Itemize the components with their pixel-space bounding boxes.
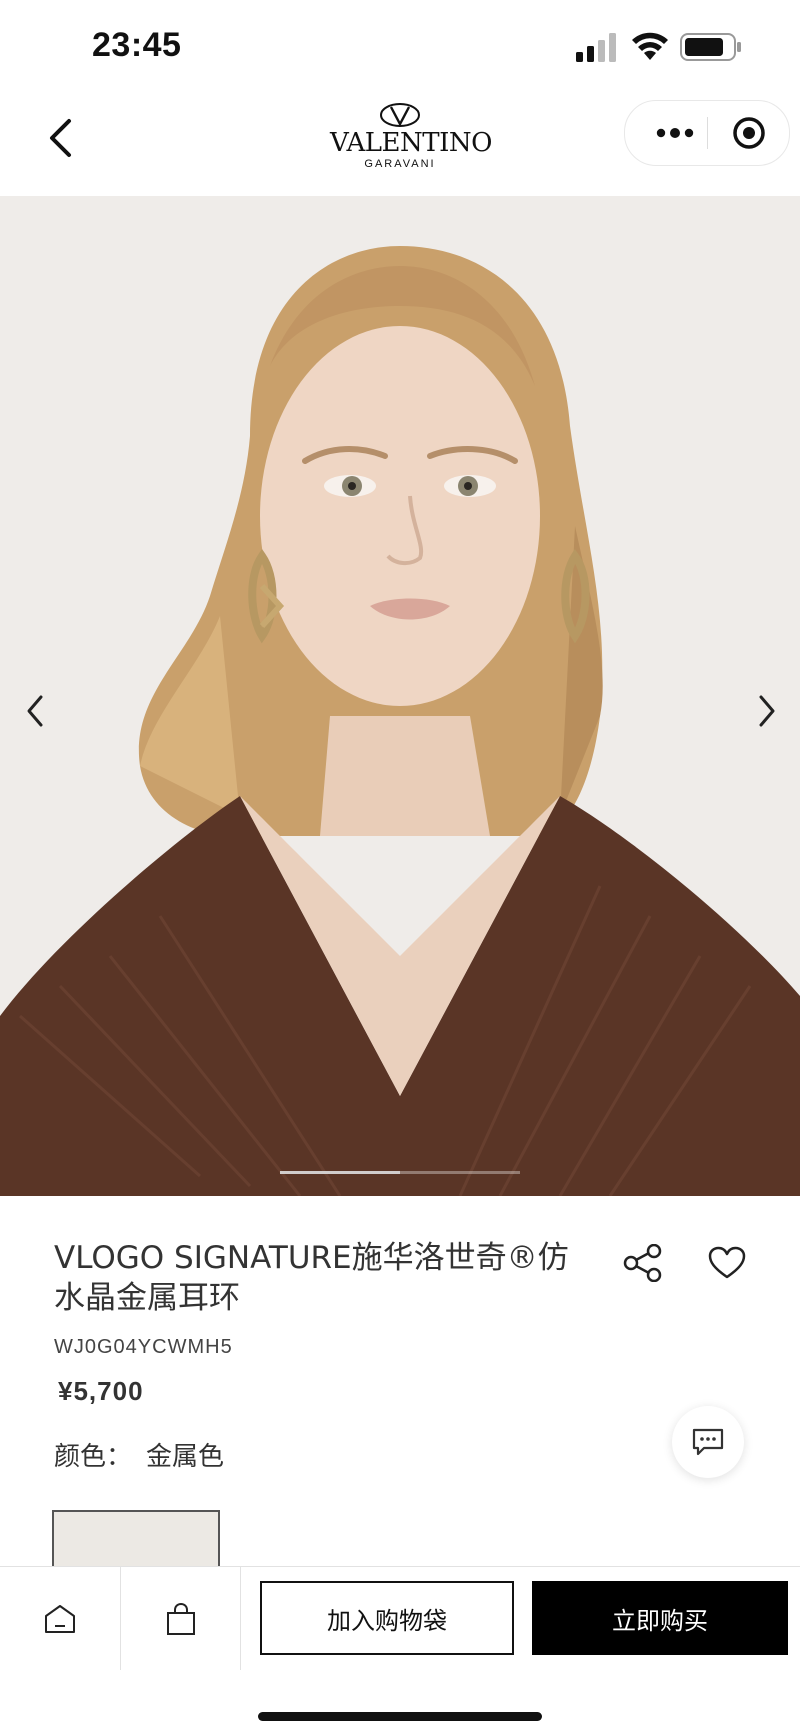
chevron-left-icon <box>27 695 43 727</box>
product-sku: WJ0G04YCWMH5 <box>54 1336 233 1358</box>
buy-now-button[interactable]: 立即购买 <box>532 1581 788 1655</box>
gallery-progress-fill <box>280 1171 400 1174</box>
home-indicator-area <box>0 1670 800 1730</box>
nav-bar: VALENTINO GARAVANI <box>0 90 800 196</box>
signal-icon <box>576 33 616 62</box>
product-image-gallery[interactable] <box>0 196 800 1196</box>
add-to-bag-button[interactable]: 加入购物袋 <box>260 1581 514 1655</box>
product-photo <box>0 196 800 1196</box>
more-dots-icon <box>656 128 694 138</box>
battery-icon <box>680 33 741 61</box>
heart-icon <box>708 1246 746 1279</box>
product-info: VLOGO SIGNATURE施华洛世奇®仿水晶金属耳环 WJ0G04YCWMH… <box>0 1196 800 1572</box>
product-price: ¥5,700 <box>58 1376 144 1406</box>
chevron-right-icon <box>759 695 775 727</box>
chat-bubble-icon <box>692 1428 724 1456</box>
home-icon <box>45 1605 75 1633</box>
share-button[interactable] <box>616 1236 670 1290</box>
brand-name: VALENTINO <box>330 128 492 158</box>
color-swatch[interactable] <box>52 1510 220 1572</box>
vlogo-icon <box>380 103 420 127</box>
close-miniprogram-button[interactable] <box>717 101 781 165</box>
home-button[interactable] <box>0 1567 121 1671</box>
favorite-button[interactable] <box>700 1236 754 1290</box>
chevron-left-icon <box>50 119 71 157</box>
product-title: VLOGO SIGNATURE施华洛世奇®仿水晶金属耳环 <box>54 1240 569 1316</box>
home-indicator[interactable] <box>258 1712 542 1721</box>
share-icon <box>623 1244 662 1282</box>
brand-subname: GARAVANI <box>364 158 436 170</box>
brand-logo[interactable]: VALENTINO GARAVANI <box>330 102 492 180</box>
more-button[interactable] <box>645 101 705 165</box>
gallery-next-button[interactable] <box>742 676 792 746</box>
bottom-action-bar: 加入购物袋 立即购买 <box>0 1566 800 1671</box>
status-bar: 23:45 <box>0 0 800 90</box>
target-icon <box>733 117 765 149</box>
gallery-progress-bar <box>280 1171 520 1174</box>
shopping-bag-icon <box>166 1602 195 1635</box>
gallery-prev-button[interactable] <box>10 676 60 746</box>
status-time: 23:45 <box>92 26 182 64</box>
color-label: 颜色： <box>54 1442 133 1472</box>
color-row: 颜色： 金属色 <box>54 1436 238 1473</box>
shopping-bag-button[interactable] <box>121 1567 241 1671</box>
miniprogram-capsule <box>624 100 790 166</box>
wifi-icon <box>632 32 668 60</box>
back-button[interactable] <box>40 108 80 168</box>
color-value: 金属色 <box>146 1442 225 1472</box>
customer-service-button[interactable] <box>672 1406 744 1478</box>
capsule-divider <box>707 117 708 149</box>
